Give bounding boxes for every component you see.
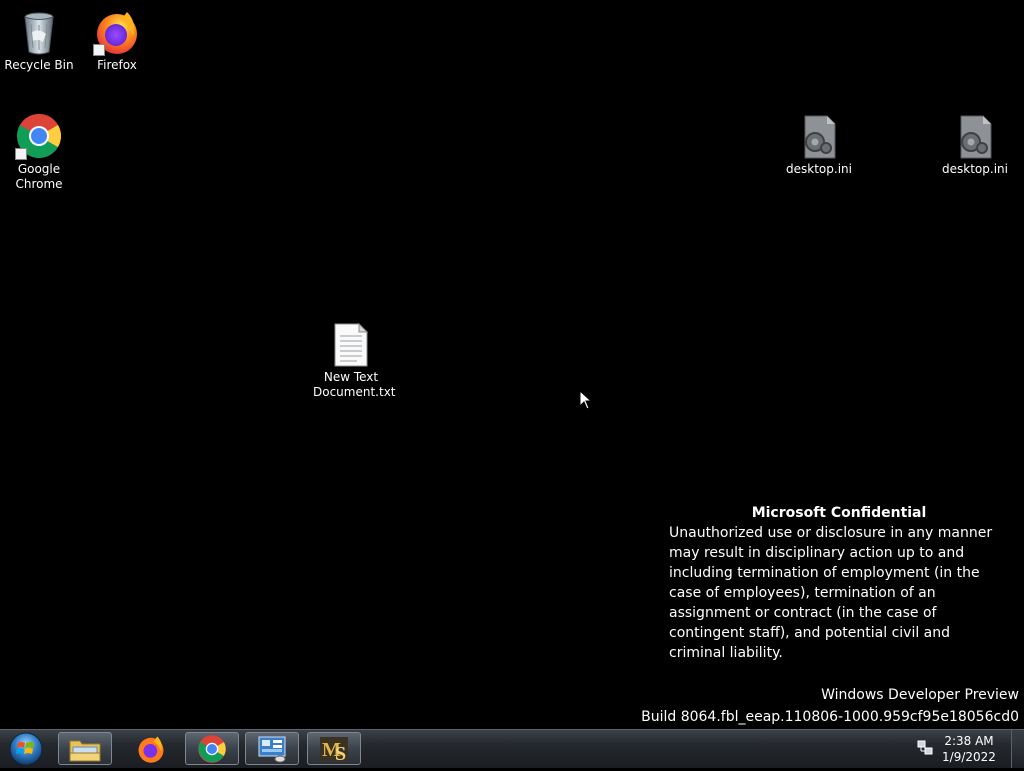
recycle-bin-label: Recycle Bin [4,58,74,72]
shortcut-arrow-icon [93,44,105,56]
desktop-icon-new-text-document[interactable]: New Text Document.txt [313,320,396,400]
build-info: Windows Developer Preview Build 8064.fbl… [641,684,1019,728]
network-icon[interactable] [917,740,933,756]
desktop-icon-firefox[interactable]: Firefox [79,8,155,73]
firefox-label: Firefox [97,58,137,72]
svg-text:S: S [335,743,346,764]
desktop-ini-label: desktop.ini [786,162,852,176]
firefox-icon [93,8,141,56]
chrome-icon [15,112,63,160]
windows-orb-icon [9,732,43,766]
taskbar-button-chrome[interactable] [185,732,239,765]
desktop-icon-google-chrome[interactable]: Google Chrome [1,112,77,192]
chrome-icon [198,734,226,763]
clock-date: 1/9/2022 [942,750,996,764]
desktop[interactable]: Recycle Bin Firefox Google Chrome deskto… [0,0,1024,729]
show-desktop-button[interactable] [1011,730,1024,768]
chrome-label: Google Chrome [15,162,63,191]
taskbar-button-explorer[interactable] [58,732,112,765]
ms-app-icon: M S [320,736,348,764]
watermark-title: Microsoft Confidential [751,505,927,521]
taskbar-button-control-panel[interactable] [245,732,299,765]
text-file-icon [327,320,375,368]
taskbar: M S 2:38 AM 1/9/2022 [0,729,1024,768]
desktop-icon-recycle-bin[interactable]: Recycle Bin [1,8,77,73]
watermark-body: Unauthorized use or disclosure in any ma… [669,525,993,661]
clock-time: 2:38 AM [944,734,994,748]
build-info-number: Build 8064.fbl_eeap.110806-1000.959cf95e… [641,709,1019,725]
taskbar-button-firefox[interactable] [124,732,178,765]
shortcut-arrow-icon [15,148,27,160]
confidential-watermark: Microsoft Confidential Unauthorized use … [669,503,1009,663]
mouse-pointer-icon [579,390,593,410]
build-info-edition: Windows Developer Preview [821,687,1019,703]
desktop-ini-label: desktop.ini [942,162,1008,176]
firefox-icon [138,736,164,763]
start-button[interactable] [6,731,46,767]
new-text-document-label: New Text Document.txt [313,370,396,399]
control-panel-icon [258,736,286,762]
settings-file-icon [795,112,843,160]
recycle-bin-icon [15,8,63,56]
taskbar-button-ms-app[interactable]: M S [307,732,361,765]
folder-icon [69,740,101,761]
desktop-icon-desktop-ini[interactable]: desktop.ini [937,112,1013,177]
clock[interactable]: 2:38 AM 1/9/2022 [934,733,1004,765]
settings-file-icon [951,112,999,160]
desktop-icon-desktop-ini[interactable]: desktop.ini [781,112,857,177]
